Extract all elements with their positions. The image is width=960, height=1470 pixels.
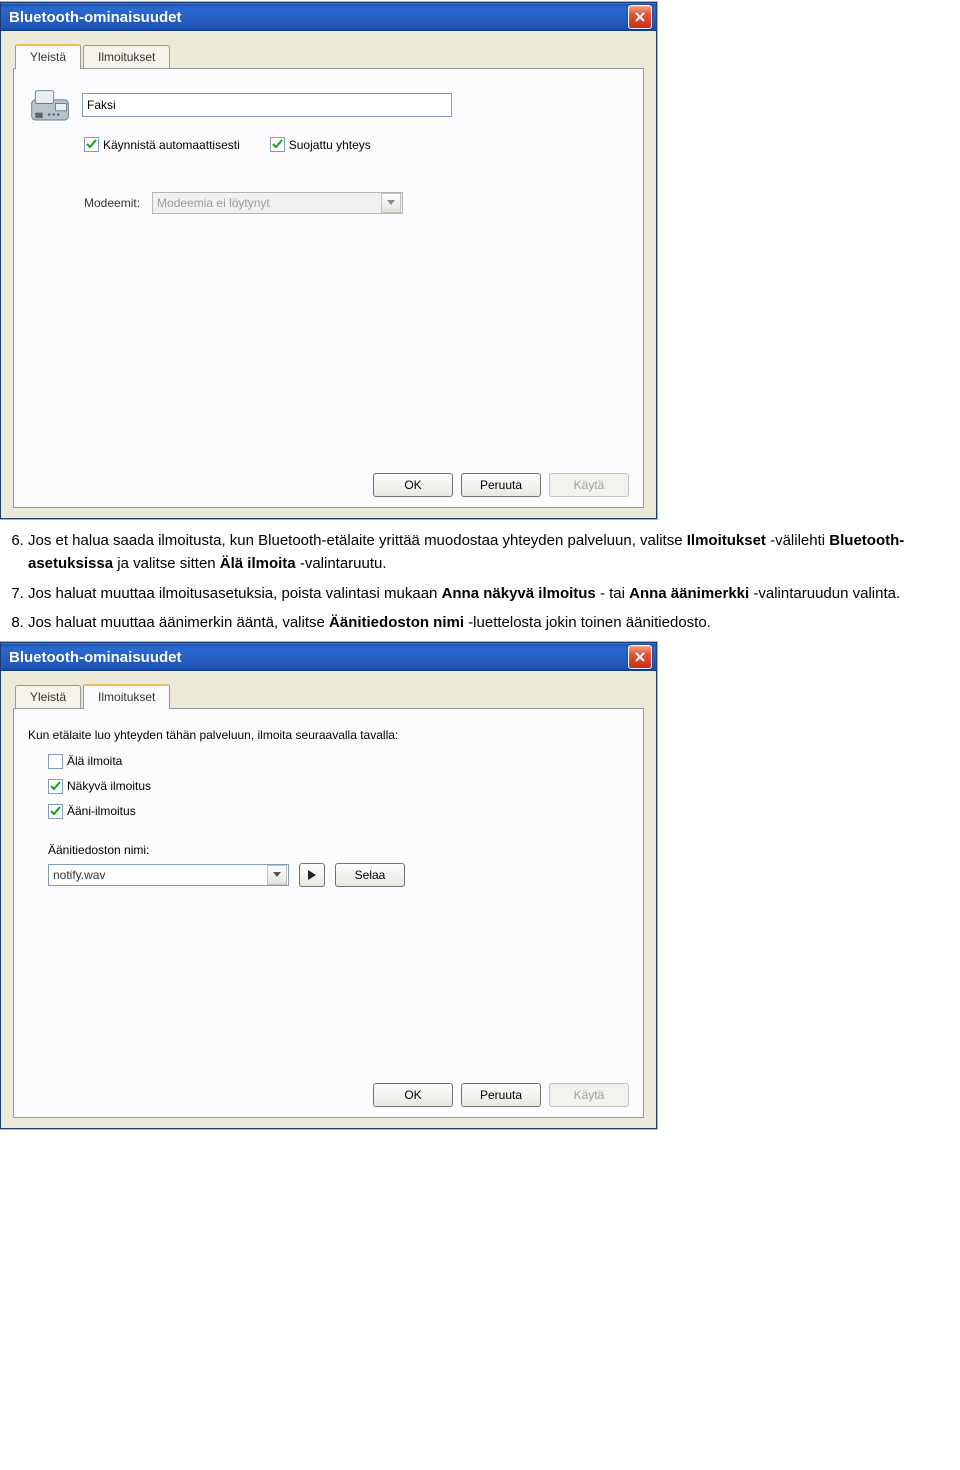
checkbox-secure[interactable]: Suojattu yhteys [270,137,371,152]
modems-label: Modeemit: [84,196,140,210]
checkbox-icon [48,804,63,819]
checkbox-label: Älä ilmoita [67,754,122,768]
checkbox-visual[interactable]: Näkyvä ilmoitus [48,779,629,794]
tab-general[interactable]: Yleistä [15,685,81,708]
notification-prompt: Kun etälaite luo yhteyden tähän palveluu… [28,727,629,744]
tabs: Yleistä Ilmoitukset [13,43,644,69]
checkbox-icon [48,779,63,794]
apply-button: Käytä [549,1083,629,1107]
modems-dropdown: Modeemia ei löytynyt [152,192,403,214]
tabpanel-general: Käynnistä automaattisesti Suojattu yhtey… [13,69,644,508]
checkbox-label: Ääni-ilmoitus [67,804,136,818]
browse-button[interactable]: Selaa [335,863,405,887]
fax-icon [28,87,72,123]
soundfile-value: notify.wav [53,868,105,882]
checkbox-icon [84,137,99,152]
soundfile-label: Äänitiedoston nimi: [48,843,629,857]
tabpanel-notifications: Kun etälaite luo yhteyden tähän palveluu… [13,709,644,1118]
tab-notifications[interactable]: Ilmoitukset [83,684,170,709]
close-button[interactable] [628,645,652,669]
checkbox-icon [48,754,63,769]
checkbox-dont-notify[interactable]: Älä ilmoita [48,754,629,769]
play-icon [308,870,316,880]
chevron-down-icon [381,193,401,213]
close-icon [634,651,646,663]
soundfile-dropdown[interactable]: notify.wav [48,864,289,886]
button-row: OK Peruuta Käytä [28,1083,629,1107]
cancel-button[interactable]: Peruuta [461,1083,541,1107]
checkbox-label: Suojattu yhteys [289,138,371,152]
instruction-step-8: Jos haluat muuttaa äänimerkin ääntä, val… [28,611,960,634]
window-title: Bluetooth-ominaisuudet [9,649,182,666]
dialog-body: Yleistä Ilmoitukset Kun etälaite luo yht… [1,671,656,1128]
titlebar[interactable]: Bluetooth-ominaisuudet [1,3,656,31]
ok-button[interactable]: OK [373,1083,453,1107]
close-icon [634,11,646,23]
window-title: Bluetooth-ominaisuudet [9,9,182,26]
modems-value: Modeemia ei löytynyt [157,196,270,210]
checkbox-icon [270,137,285,152]
tabs: Yleistä Ilmoitukset [13,683,644,709]
play-button[interactable] [299,863,325,887]
instruction-list: Jos et halua saada ilmoitusta, kun Bluet… [28,529,960,634]
service-name-input[interactable] [82,93,452,117]
checkbox-label: Näkyvä ilmoitus [67,779,151,793]
titlebar[interactable]: Bluetooth-ominaisuudet [1,643,656,671]
checkbox-label: Käynnistä automaattisesti [103,138,240,152]
button-row: OK Peruuta Käytä [28,473,629,497]
ok-button[interactable]: OK [373,473,453,497]
bluetooth-properties-dialog-general: Bluetooth-ominaisuudet Yleistä Ilmoituks… [0,2,657,519]
apply-button: Käytä [549,473,629,497]
instruction-step-6: Jos et halua saada ilmoitusta, kun Bluet… [28,529,960,576]
bluetooth-properties-dialog-notifications: Bluetooth-ominaisuudet Yleistä Ilmoituks… [0,642,657,1129]
tab-general[interactable]: Yleistä [15,44,81,69]
close-button[interactable] [628,5,652,29]
tab-notifications[interactable]: Ilmoitukset [83,45,170,68]
checkbox-audio[interactable]: Ääni-ilmoitus [48,804,629,819]
dialog-body: Yleistä Ilmoitukset [1,31,656,518]
cancel-button[interactable]: Peruuta [461,473,541,497]
chevron-down-icon[interactable] [267,865,287,885]
checkbox-autostart[interactable]: Käynnistä automaattisesti [84,137,240,152]
instruction-step-7: Jos haluat muuttaa ilmoitusasetuksia, po… [28,582,960,605]
